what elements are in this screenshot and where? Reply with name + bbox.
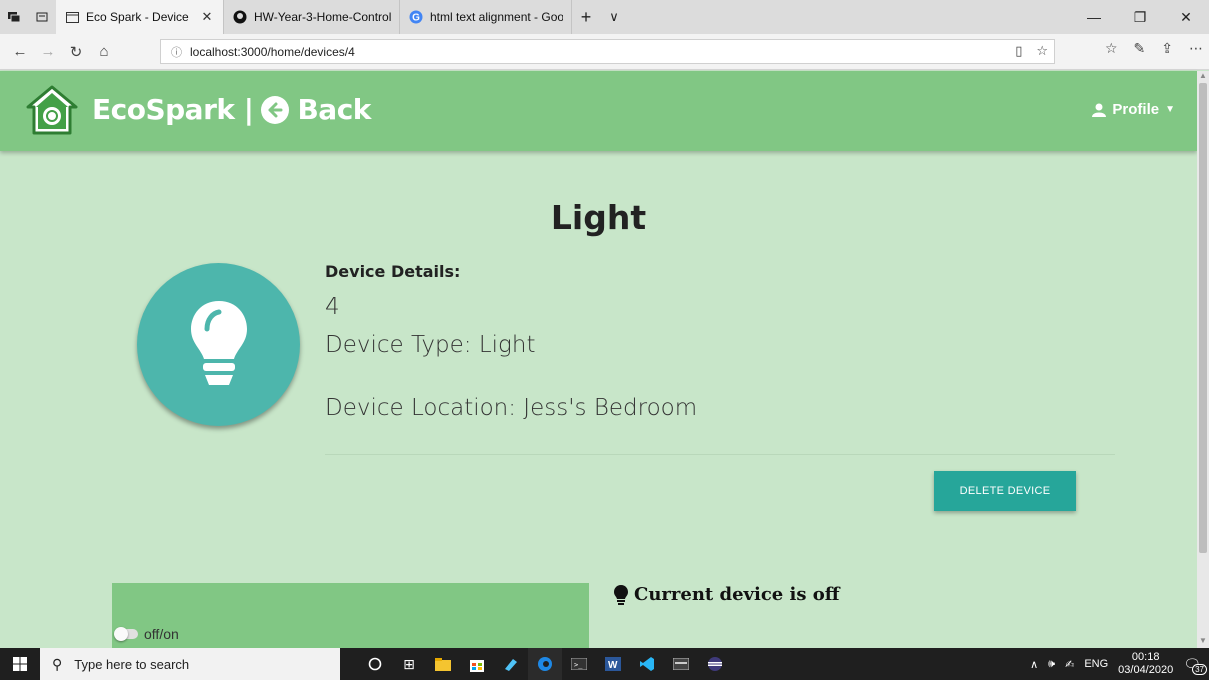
favorite-star-icon[interactable]: ☆: [1036, 43, 1048, 59]
word-icon[interactable]: W: [596, 648, 630, 680]
tab-google[interactable]: G html text alignment - Googl: [400, 0, 572, 34]
task-view-icon[interactable]: ⊞: [392, 648, 426, 680]
reading-view-icon[interactable]: ▯: [1015, 43, 1022, 59]
notification-count: 37: [1192, 663, 1207, 675]
page-scrollbar[interactable]: ▲ ▼: [1197, 71, 1209, 648]
refresh-icon[interactable]: ↻: [62, 34, 90, 70]
scroll-down-icon[interactable]: ▼: [1197, 636, 1209, 648]
google-icon: G: [408, 9, 424, 25]
svg-text:G: G: [412, 13, 420, 24]
url-field[interactable]: ⓘ localhost:3000/home/devices/4 ▯ ☆: [160, 39, 1055, 64]
back-link[interactable]: Back: [261, 93, 371, 126]
github-icon: [232, 9, 248, 25]
notifications-icon[interactable]: 🗨 37: [1183, 656, 1207, 675]
page-icon: [64, 9, 80, 25]
device-title: Light: [550, 198, 647, 237]
edge-icon[interactable]: [528, 648, 562, 680]
show-hidden-icons-icon[interactable]: ∧: [1030, 658, 1038, 671]
close-window-icon[interactable]: ✕: [1163, 0, 1209, 34]
user-icon: [1092, 103, 1107, 117]
share-icon[interactable]: ⇪: [1161, 40, 1173, 57]
svg-text:>_: >_: [574, 661, 583, 669]
power-toggle[interactable]: off/on: [114, 626, 179, 642]
tab-github[interactable]: HW-Year-3-Home-Control-I: [224, 0, 400, 34]
back-arrow-icon[interactable]: ←: [6, 34, 34, 70]
scrollbar-thumb[interactable]: [1199, 83, 1207, 553]
site-info-icon[interactable]: ⓘ: [171, 44, 182, 60]
address-toolbar: ← → ↻ ⌂ ⓘ localhost:3000/home/devices/4 …: [0, 34, 1209, 70]
console-app-icon[interactable]: [664, 648, 698, 680]
paint-icon[interactable]: [494, 648, 528, 680]
device-status: Current device is off: [614, 584, 840, 605]
language-indicator[interactable]: ENG: [1084, 658, 1108, 670]
volume-icon[interactable]: 🕪: [1048, 658, 1055, 671]
back-label: Back: [297, 93, 371, 126]
tab-eco-spark[interactable]: Eco Spark - Device ✕: [56, 0, 224, 34]
delete-device-button[interactable]: DELETE DEVICE: [934, 471, 1076, 511]
pen-workspace-icon[interactable]: ✍: [1065, 658, 1074, 671]
clock-date: 03/04/2020: [1118, 664, 1174, 676]
toggle-label: off/on: [144, 626, 179, 642]
notes-pen-icon[interactable]: ✎: [1134, 40, 1146, 57]
home-icon[interactable]: ⌂: [90, 34, 118, 70]
browser-tab-bar: Eco Spark - Device ✕ HW-Year-3-Home-Cont…: [0, 0, 1209, 34]
eclipse-icon[interactable]: [698, 648, 732, 680]
more-icon[interactable]: ⋯: [1189, 40, 1203, 57]
profile-dropdown[interactable]: Profile ▼: [1092, 101, 1175, 118]
terminal-icon[interactable]: >_: [562, 648, 596, 680]
new-tab-button[interactable]: +: [572, 0, 600, 34]
lightbulb-icon: [190, 300, 247, 385]
ecospark-logo[interactable]: [24, 83, 80, 139]
scroll-up-icon[interactable]: ▲: [1197, 71, 1209, 83]
cortana-icon[interactable]: [358, 648, 392, 680]
lightbulb-small-icon: [614, 584, 628, 605]
clock-time: 00:18: [1131, 651, 1160, 663]
favorites-icon[interactable]: ☆: [1105, 40, 1118, 57]
device-location: Device Location: Jess's Bedroom: [325, 395, 698, 421]
windows-start-icon[interactable]: [0, 648, 40, 680]
tab-actions-icon[interactable]: [0, 0, 28, 34]
file-explorer-icon[interactable]: [426, 648, 460, 680]
set-aside-tabs-icon[interactable]: [28, 0, 56, 34]
brand-name[interactable]: EcoSpark |: [92, 93, 254, 126]
vscode-icon[interactable]: [630, 648, 664, 680]
device-avatar: [137, 263, 300, 426]
windows-taskbar: ⚲ Type here to search ⊞ >_ W ∧ 🕪 ✍ ENG 0…: [0, 648, 1209, 680]
tab-title: html text alignment - Googl: [430, 10, 563, 24]
clock[interactable]: 00:18 03/04/2020: [1118, 651, 1173, 677]
device-details: Device Details: 4 Device Type: Light Dev…: [325, 262, 697, 421]
device-id: 4: [325, 294, 340, 320]
app-navbar: EcoSpark | Back Profile ▼: [0, 71, 1197, 151]
taskbar-search[interactable]: ⚲ Type here to search: [40, 648, 340, 680]
restore-icon[interactable]: ❐: [1117, 0, 1163, 34]
status-text: Current device is off: [634, 584, 840, 605]
close-tab-icon[interactable]: ✕: [199, 9, 215, 25]
search-placeholder: Type here to search: [74, 656, 190, 672]
details-heading: Device Details:: [325, 262, 461, 281]
toggle-switch[interactable]: [114, 627, 138, 641]
tab-title: Eco Spark - Device: [86, 10, 189, 24]
forward-arrow-icon[interactable]: →: [34, 34, 62, 70]
search-icon: ⚲: [52, 655, 63, 672]
toggle-knob: [114, 627, 128, 641]
tab-title: HW-Year-3-Home-Control-I: [254, 10, 391, 24]
profile-label: Profile: [1112, 101, 1160, 118]
svg-text:W: W: [608, 660, 618, 671]
device-control-card: off/on: [112, 583, 589, 648]
device-type: Device Type: Light: [325, 332, 536, 358]
back-circle-arrow-icon: [261, 95, 290, 124]
minimize-icon[interactable]: —: [1071, 0, 1117, 34]
store-icon[interactable]: [460, 648, 494, 680]
caret-down-icon: ▼: [1165, 104, 1175, 115]
url-text: localhost:3000/home/devices/4: [190, 44, 355, 59]
tab-list-button[interactable]: ∨: [600, 0, 628, 34]
details-divider: [325, 454, 1115, 455]
window-controls: — ❐ ✕: [1071, 0, 1209, 34]
